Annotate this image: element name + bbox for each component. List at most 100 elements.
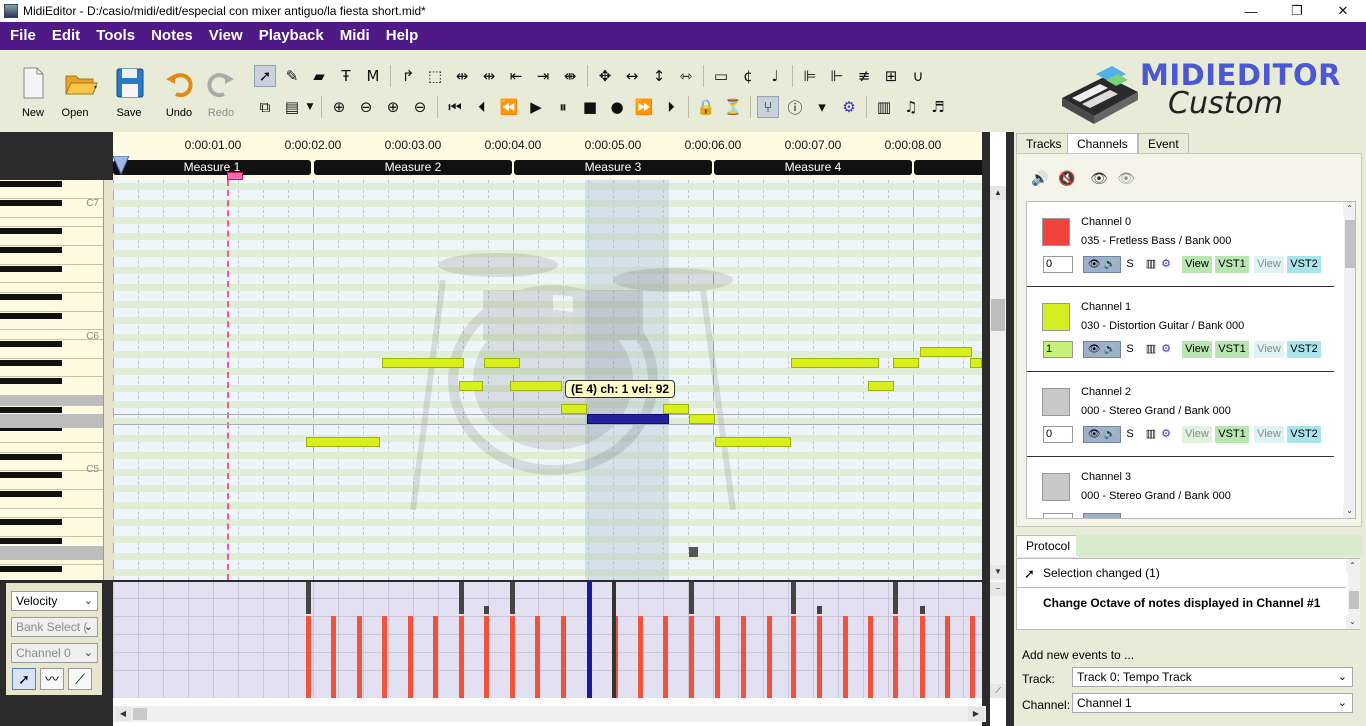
tempo-icon[interactable]: ¢ [737, 65, 759, 87]
midi-note[interactable] [893, 358, 919, 368]
velocity-scrollbar[interactable]: − ⟋ [990, 582, 1006, 698]
all-hidden-icon[interactable]: 👁 [1116, 168, 1136, 188]
piano-icon[interactable]: ▥ [873, 96, 895, 118]
view-button[interactable]: View [1254, 426, 1284, 443]
scroll-up-icon[interactable]: ▲ [990, 186, 1006, 200]
resize-icon[interactable]: ⟋ [990, 684, 1006, 698]
zoom-out-horizontal-icon[interactable]: ⊖ [409, 96, 431, 118]
settings-gear-icon[interactable]: ⚙ [1159, 256, 1173, 273]
save-button[interactable]: Save [107, 66, 151, 122]
horizontal-scrollbar[interactable]: ◀ ▶ [113, 706, 986, 722]
visibility-sound-toggle-icon[interactable]: 👁 🔊 [1083, 341, 1121, 358]
black-key[interactable] [0, 246, 62, 253]
measure-label[interactable]: Measure 4 [714, 160, 912, 175]
move-left-icon[interactable]: ⇤ [505, 65, 527, 87]
open-button[interactable]: Open [53, 66, 109, 122]
zoom-in-vertical-icon[interactable]: ⊕ [328, 96, 350, 118]
all-mute-icon[interactable]: 🔇 [1057, 168, 1077, 188]
undo-button[interactable]: Undo [157, 66, 201, 122]
view-button[interactable]: View [1254, 256, 1284, 273]
pause-icon[interactable]: ⏸ [552, 96, 574, 118]
channel-target-select[interactable]: Channel 1 ⌄ [1072, 693, 1353, 713]
select-right-icon[interactable]: ⇹ [478, 65, 500, 87]
velocity-bar[interactable] [510, 616, 515, 698]
stretch-icon[interactable]: ⇼ [559, 65, 581, 87]
white-key[interactable] [0, 509, 103, 519]
tab-event[interactable]: Event [1138, 133, 1189, 153]
selected-midi-note[interactable] [587, 414, 669, 424]
channel-color-swatch[interactable] [1042, 303, 1070, 331]
midi-note[interactable] [791, 358, 879, 368]
forward-marker-icon[interactable]: ⏵ [660, 96, 682, 118]
white-key[interactable] [0, 368, 103, 378]
playhead-marker[interactable] [227, 172, 243, 180]
midi-note[interactable] [484, 358, 520, 368]
midi-note[interactable] [715, 437, 791, 447]
velocity-bar[interactable] [843, 616, 848, 698]
record-icon[interactable]: ● [606, 96, 628, 118]
velocity-bar[interactable] [970, 616, 975, 698]
midi-note[interactable] [663, 404, 689, 414]
move-vertical-icon[interactable]: ↕ [648, 65, 670, 87]
black-key[interactable] [0, 312, 62, 319]
settings-gear-icon[interactable]: ⚙ [838, 96, 860, 118]
vst2-button[interactable]: VST2 [1287, 426, 1321, 443]
timeline-ruler[interactable]: 0:00:01.00 0:00:02.00 0:00:03.00 0:00:04… [113, 132, 982, 180]
velocity-bar[interactable] [689, 582, 694, 614]
measure-tool-icon[interactable]: M [362, 65, 384, 87]
scroll-up-icon[interactable]: ⌃ [1343, 202, 1355, 216]
paste-dropdown-icon[interactable]: ▼ [304, 96, 316, 118]
white-key[interactable] [0, 208, 103, 218]
paste-icon[interactable]: ▤ [281, 96, 303, 118]
velocity-bar[interactable] [893, 582, 898, 614]
copy-icon[interactable]: ⧉ [254, 96, 276, 118]
vst2-button[interactable]: VST2 [1287, 256, 1321, 273]
piano-icon[interactable]: ▥ [1144, 341, 1158, 358]
channel-octave-spinner[interactable] [1043, 513, 1073, 518]
event-type-select[interactable]: Velocity ⌄ [11, 591, 98, 611]
white-key[interactable] [0, 387, 103, 397]
protocol-scrollbar[interactable]: ⌃ ⌄ [1346, 559, 1360, 629]
velocity-bar[interactable] [561, 616, 566, 698]
black-key[interactable] [0, 538, 62, 545]
magnet-icon[interactable]: ∪ [907, 65, 929, 87]
white-key[interactable] [0, 434, 103, 444]
channel-octave-spinner[interactable]: 0 [1043, 256, 1073, 273]
velocity-bar[interactable] [945, 616, 950, 698]
black-key[interactable] [0, 378, 62, 385]
velocity-bar[interactable] [767, 616, 772, 698]
menu-view[interactable]: View [201, 22, 251, 50]
midi-note[interactable] [510, 381, 562, 391]
velocity-bar[interactable] [306, 582, 311, 614]
size-change-icon[interactable]: ⇿ [675, 65, 697, 87]
black-key[interactable] [0, 453, 62, 460]
align-right-icon[interactable]: ⊩ [826, 65, 848, 87]
white-key[interactable] [0, 349, 103, 359]
velocity-bar[interactable] [510, 582, 515, 614]
menu-midi[interactable]: Midi [332, 22, 378, 50]
black-key[interactable] [0, 293, 62, 300]
zoom-out-vertical-icon[interactable]: ⊖ [355, 96, 377, 118]
vst1-button[interactable]: VST1 [1215, 426, 1249, 443]
view-button[interactable]: View [1182, 426, 1212, 443]
velocity-bar[interactable] [920, 606, 925, 614]
close-button[interactable]: ✕ [1320, 0, 1366, 22]
velocity-bar[interactable] [459, 616, 464, 698]
view-button[interactable]: View [1182, 341, 1212, 358]
velocity-bar[interactable] [893, 616, 898, 698]
start-marker-icon[interactable] [113, 156, 131, 176]
piano-keyboard[interactable]: C7 C6 C5 [0, 180, 104, 580]
velocity-bar[interactable] [433, 616, 438, 698]
select-tool-icon[interactable]: ➚ [254, 65, 276, 87]
stop-icon[interactable]: ■ [579, 96, 601, 118]
track-select[interactable]: Track 0: Tempo Track ⌄ [1072, 667, 1353, 687]
play-icon[interactable]: ▶ [525, 96, 547, 118]
white-key[interactable] [0, 500, 103, 509]
all-visible-icon[interactable]: 👁 [1089, 168, 1109, 188]
menu-edit[interactable]: Edit [44, 22, 88, 50]
thru-icon[interactable]: ⑂ [757, 96, 779, 118]
scroll-thumb[interactable] [133, 708, 147, 720]
channel-color-swatch[interactable] [1042, 388, 1070, 416]
channel-instrument[interactable]: 030 - Distortion Guitar / Bank 000 [1081, 320, 1244, 332]
zoom-in-horizontal-icon[interactable]: ⊕ [382, 96, 404, 118]
